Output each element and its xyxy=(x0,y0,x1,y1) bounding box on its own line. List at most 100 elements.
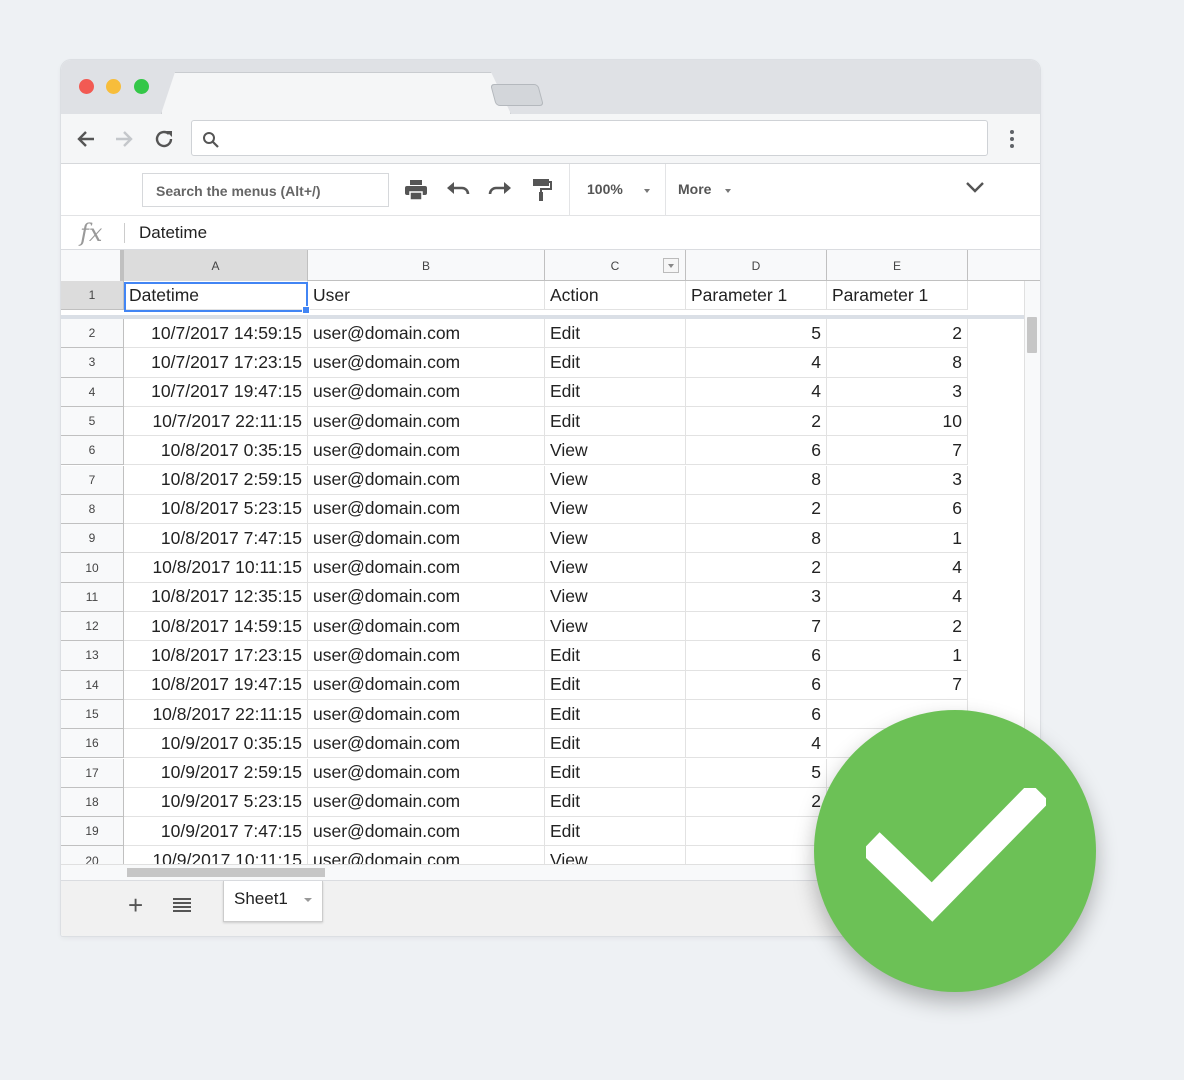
cell-parameter-1[interactable]: 4 xyxy=(686,377,827,407)
cell-action[interactable]: Edit xyxy=(545,699,686,730)
cell-user[interactable]: user@domain.com xyxy=(308,817,545,847)
cell-datetime[interactable]: 10/8/2017 0:35:15 xyxy=(124,436,308,466)
cell-parameter-1[interactable]: 5 xyxy=(686,758,827,788)
cell-datetime[interactable]: 10/9/2017 2:59:15 xyxy=(124,758,308,788)
cell-datetime[interactable]: 10/9/2017 0:35:15 xyxy=(124,729,308,759)
cell-parameter-1[interactable]: 5 xyxy=(686,319,827,349)
cell-user[interactable]: user@domain.com xyxy=(308,348,545,378)
cell-action[interactable]: View xyxy=(545,436,686,466)
cell-parameter-2[interactable]: 7 xyxy=(827,436,968,466)
cell-b1[interactable]: User xyxy=(308,281,545,311)
forward-button[interactable] xyxy=(109,124,139,154)
cell-user[interactable]: user@domain.com xyxy=(308,758,545,788)
cell-action[interactable]: Edit xyxy=(545,758,686,788)
paint-format-button[interactable] xyxy=(528,176,556,204)
address-bar[interactable] xyxy=(191,120,988,156)
column-header-c[interactable]: C xyxy=(545,250,686,281)
cell-user[interactable]: user@domain.com xyxy=(308,377,545,407)
cell-user[interactable]: user@domain.com xyxy=(308,524,545,554)
cell-action[interactable]: Edit xyxy=(545,670,686,700)
cell-action[interactable]: Edit xyxy=(545,641,686,671)
back-button[interactable] xyxy=(71,124,101,154)
cell-action[interactable]: View xyxy=(545,612,686,642)
cell-parameter-1[interactable]: 6 xyxy=(686,699,827,730)
cell-user[interactable]: user@domain.com xyxy=(308,670,545,700)
browser-tab-active[interactable] xyxy=(161,72,511,114)
cell-action[interactable]: Edit xyxy=(545,377,686,407)
cell-action[interactable]: View xyxy=(545,494,686,525)
column-header-a[interactable]: A xyxy=(124,250,308,281)
cell-parameter-1[interactable]: 6 xyxy=(686,670,827,700)
row-header[interactable]: 15 xyxy=(61,699,124,730)
maximize-window-button[interactable] xyxy=(134,79,149,94)
more-vert-icon[interactable] xyxy=(1004,126,1020,152)
cell-action[interactable]: Edit xyxy=(545,729,686,759)
column-header-b[interactable]: B xyxy=(308,250,545,281)
cell-c1[interactable]: Action xyxy=(545,281,686,311)
row-header[interactable]: 13 xyxy=(61,641,124,671)
minimize-window-button[interactable] xyxy=(106,79,121,94)
cell-parameter-1[interactable]: 2 xyxy=(686,494,827,525)
more-menu[interactable]: More xyxy=(678,181,711,197)
select-all-corner[interactable] xyxy=(61,250,124,281)
cell-user[interactable]: user@domain.com xyxy=(308,699,545,730)
row-header[interactable]: 16 xyxy=(61,729,124,759)
cell-user[interactable]: user@domain.com xyxy=(308,612,545,642)
row-header[interactable]: 19 xyxy=(61,817,124,847)
cell-datetime[interactable]: 10/8/2017 5:23:15 xyxy=(124,494,308,525)
cell-parameter-2[interactable]: 2 xyxy=(827,319,968,349)
cell-datetime[interactable]: 10/8/2017 7:47:15 xyxy=(124,524,308,554)
cell-user[interactable]: user@domain.com xyxy=(308,319,545,349)
cell-datetime[interactable]: 10/8/2017 22:11:15 xyxy=(124,699,308,730)
filter-dropdown-icon[interactable] xyxy=(663,258,679,273)
cell-user[interactable]: user@domain.com xyxy=(308,641,545,671)
undo-button[interactable] xyxy=(444,176,472,204)
zoom-select[interactable]: 100% xyxy=(587,181,623,197)
row-header[interactable]: 2 xyxy=(61,319,124,349)
cell-parameter-2[interactable]: 4 xyxy=(827,582,968,612)
all-sheets-menu-icon[interactable] xyxy=(173,898,191,912)
row-header[interactable]: 7 xyxy=(61,465,124,495)
row-header[interactable]: 10 xyxy=(61,553,124,583)
reload-button[interactable] xyxy=(149,124,179,154)
cell-a1[interactable]: Datetime xyxy=(124,281,308,311)
row-header[interactable]: 1 xyxy=(61,281,124,311)
column-header-d[interactable]: D xyxy=(686,250,827,281)
cell-parameter-1[interactable]: 4 xyxy=(686,348,827,378)
cell-parameter-2[interactable]: 4 xyxy=(827,553,968,583)
collapse-toolbar-button[interactable] xyxy=(965,180,985,199)
cell-action[interactable]: View xyxy=(545,582,686,612)
cell-d1[interactable]: Parameter 1 xyxy=(686,281,827,311)
cell-user[interactable]: user@domain.com xyxy=(308,436,545,466)
cell-datetime[interactable]: 10/8/2017 17:23:15 xyxy=(124,641,308,671)
cell-parameter-2[interactable]: 1 xyxy=(827,641,968,671)
formula-input[interactable]: Datetime xyxy=(139,223,207,243)
cell-datetime[interactable]: 10/9/2017 5:23:15 xyxy=(124,787,308,818)
horizontal-scroll-thumb[interactable] xyxy=(127,868,325,877)
cell-action[interactable]: View xyxy=(545,465,686,495)
cell-user[interactable]: user@domain.com xyxy=(308,406,545,437)
cell-parameter-2[interactable]: 3 xyxy=(827,377,968,407)
cell-parameter-2[interactable]: 6 xyxy=(827,494,968,525)
cell-parameter-1[interactable] xyxy=(686,817,827,847)
sheet-tab-sheet1[interactable]: Sheet1 xyxy=(223,881,323,922)
cell-parameter-1[interactable]: 2 xyxy=(686,553,827,583)
cell-action[interactable]: Edit xyxy=(545,348,686,378)
cell-datetime[interactable]: 10/9/2017 7:47:15 xyxy=(124,817,308,847)
cell-user[interactable]: user@domain.com xyxy=(308,553,545,583)
row-header[interactable]: 12 xyxy=(61,612,124,642)
cell-user[interactable]: user@domain.com xyxy=(308,582,545,612)
cell-parameter-1[interactable]: 6 xyxy=(686,641,827,671)
row-header[interactable]: 18 xyxy=(61,787,124,818)
cell-datetime[interactable]: 10/7/2017 14:59:15 xyxy=(124,319,308,349)
cell-action[interactable]: Edit xyxy=(545,406,686,437)
row-header[interactable]: 9 xyxy=(61,524,124,554)
row-header[interactable]: 4 xyxy=(61,377,124,407)
cell-action[interactable]: View xyxy=(545,553,686,583)
row-header[interactable]: 8 xyxy=(61,494,124,525)
row-header[interactable]: 17 xyxy=(61,758,124,788)
row-header[interactable]: 3 xyxy=(61,348,124,378)
row-header[interactable]: 5 xyxy=(61,406,124,437)
cell-datetime[interactable]: 10/7/2017 19:47:15 xyxy=(124,377,308,407)
cell-parameter-1[interactable]: 4 xyxy=(686,729,827,759)
